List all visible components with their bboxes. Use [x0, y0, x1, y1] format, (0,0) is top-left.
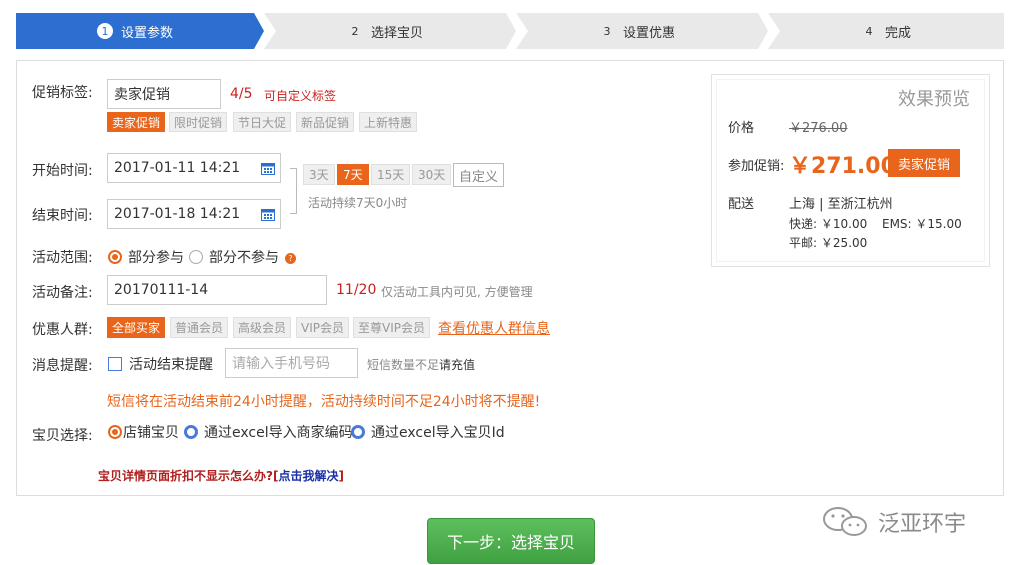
audience-normal[interactable]: 普通会员 — [170, 317, 229, 338]
duration-7[interactable]: 7天 — [337, 164, 369, 185]
preset-tag-5[interactable]: 上新特惠 — [359, 112, 418, 132]
start-time-label: 开始时间: — [32, 163, 93, 179]
scope-radio-partial[interactable] — [108, 250, 122, 264]
remark-count: 11/20 — [336, 282, 377, 298]
price-label: 价格 — [728, 121, 755, 136]
scope-label: 活动范围: — [32, 250, 93, 266]
duration-custom[interactable]: 自定义 — [453, 163, 505, 187]
promo-tag-label: 促销标签: — [32, 85, 93, 101]
end-time-input[interactable]: 2017-01-18 14:21 — [107, 199, 281, 229]
preview-title: 效果预览 — [898, 89, 970, 110]
start-time-value: 2017-01-11 14:21 — [114, 160, 241, 176]
start-time-input[interactable]: 2017-01-11 14:21 — [107, 153, 281, 183]
scope-option-2[interactable]: 部分不参与 — [209, 247, 279, 267]
audience-info-link[interactable]: 查看优惠人群信息 — [438, 318, 550, 338]
step-2: 2 选择宝贝 — [264, 13, 506, 49]
preset-tag-4[interactable]: 新品促销 — [296, 112, 355, 132]
audience-senior[interactable]: 高级会员 — [233, 317, 292, 338]
audience-label: 优惠人群: — [32, 322, 93, 338]
step-1-label: 设置参数 — [120, 25, 173, 41]
phone-placeholder: 请输入手机号码 — [232, 356, 330, 372]
ems-fee: EMS: ￥15.00 — [882, 217, 962, 231]
scope-radio-exclude[interactable] — [189, 250, 203, 264]
step-2-label: 选择宝贝 — [370, 25, 423, 41]
duration-3[interactable]: 3天 — [303, 164, 335, 185]
step-4-number: 4 — [865, 24, 873, 38]
end-time-value: 2017-01-18 14:21 — [114, 206, 241, 222]
step-2-arrow — [506, 13, 516, 49]
step-4-sep — [768, 13, 780, 49]
step-1-arrow — [254, 13, 264, 49]
duration-30[interactable]: 30天 — [412, 164, 452, 185]
duration-15[interactable]: 15天 — [371, 164, 411, 185]
promo-tag-input[interactable]: 卖家促销 — [107, 79, 221, 109]
promo-price: ￥271.00 — [789, 154, 896, 179]
watermark-text: 泛亚环宇 — [878, 512, 967, 537]
item-radio-excel-id[interactable] — [351, 425, 365, 439]
promo-tag-count: 4/5 — [230, 86, 253, 102]
watermark: 泛亚环宇 — [820, 505, 966, 539]
duration-note: 活动持续7天0小时 — [308, 196, 408, 210]
remark-input[interactable]: 20170111-14 — [107, 275, 327, 305]
item-radio-store[interactable] — [108, 425, 122, 439]
sms-label: 消息提醒: — [32, 358, 93, 374]
sms-note-text: 短信数量不足 — [367, 358, 440, 372]
step-3-sep — [516, 13, 528, 49]
post-fee: 平邮: ￥25.00 — [789, 236, 868, 250]
help-bracket-close: ] — [338, 469, 344, 483]
preset-tag-1[interactable]: 卖家促销 — [107, 112, 166, 132]
phone-input[interactable]: 请输入手机号码 — [225, 348, 358, 378]
item-select-label: 宝贝选择: — [32, 428, 93, 444]
recharge-link[interactable]: 请充值 — [439, 358, 475, 372]
next-step-button[interactable]: 下一步：选择宝贝 — [427, 518, 595, 564]
item-radio-excel-code[interactable] — [184, 425, 198, 439]
help-question: 宝贝详情页面折扣不显示怎么办? — [98, 469, 273, 483]
duration-bracket — [290, 168, 297, 214]
wechat-icon — [823, 507, 867, 536]
step-3-arrow — [758, 13, 768, 49]
calendar-icon[interactable] — [261, 208, 275, 221]
help-link[interactable]: 点击我解决 — [278, 469, 338, 483]
audience-vip[interactable]: VIP会员 — [296, 317, 349, 338]
calendar-icon[interactable] — [261, 162, 275, 175]
item-option-1[interactable]: 店铺宝贝 — [123, 422, 179, 442]
step-3-number: 3 — [603, 24, 611, 38]
step-4-label: 完成 — [884, 25, 911, 41]
sms-checkbox-label[interactable]: 活动结束提醒 — [129, 354, 213, 374]
step-1: 1 设置参数 — [16, 13, 254, 49]
remark-note: 仅活动工具内可见, 方便管理 — [381, 285, 533, 299]
preset-tag-2[interactable]: 限时促销 — [169, 112, 228, 132]
remark-label: 活动备注: — [32, 285, 93, 301]
ship-route: 上海 | 至浙江杭州 — [789, 197, 893, 212]
step-1-number: 1 — [96, 23, 113, 39]
audience-all[interactable]: 全部买家 — [107, 317, 166, 338]
step-2-number: 2 — [351, 24, 359, 38]
item-option-3[interactable]: 通过excel导入宝贝Id — [371, 422, 505, 442]
step-2-sep — [264, 13, 276, 49]
help-icon[interactable]: ? — [285, 253, 296, 264]
step-3: 3 设置优惠 — [516, 13, 758, 49]
express-fee: 快递: ￥10.00 — [789, 217, 868, 231]
promo-price-label: 参加促销: — [728, 159, 785, 174]
audience-supreme-vip[interactable]: 至尊VIP会员 — [353, 317, 430, 338]
sms-warning: 短信将在活动结束前24小时提醒，活动持续时间不足24小时将不提醒! — [107, 394, 541, 410]
preset-tag-3[interactable]: 节日大促 — [233, 112, 292, 132]
ship-label: 配送 — [728, 197, 755, 212]
step-4: 4 完成 — [768, 13, 1004, 49]
step-3-label: 设置优惠 — [622, 25, 675, 41]
scope-option-1[interactable]: 部分参与 — [128, 247, 184, 267]
help-line: 宝贝详情页面折扣不显示怎么办?[点击我解决] — [98, 467, 344, 484]
promo-badge: 卖家促销 — [888, 149, 960, 177]
item-option-2[interactable]: 通过excel导入商家编码 — [204, 422, 353, 442]
sms-note: 短信数量不足请充值 — [367, 356, 475, 373]
original-price: ￥276.00 — [789, 121, 848, 136]
end-time-label: 结束时间: — [32, 208, 93, 224]
sms-checkbox[interactable] — [108, 357, 122, 371]
custom-tag-link[interactable]: 可自定义标签 — [264, 87, 336, 104]
